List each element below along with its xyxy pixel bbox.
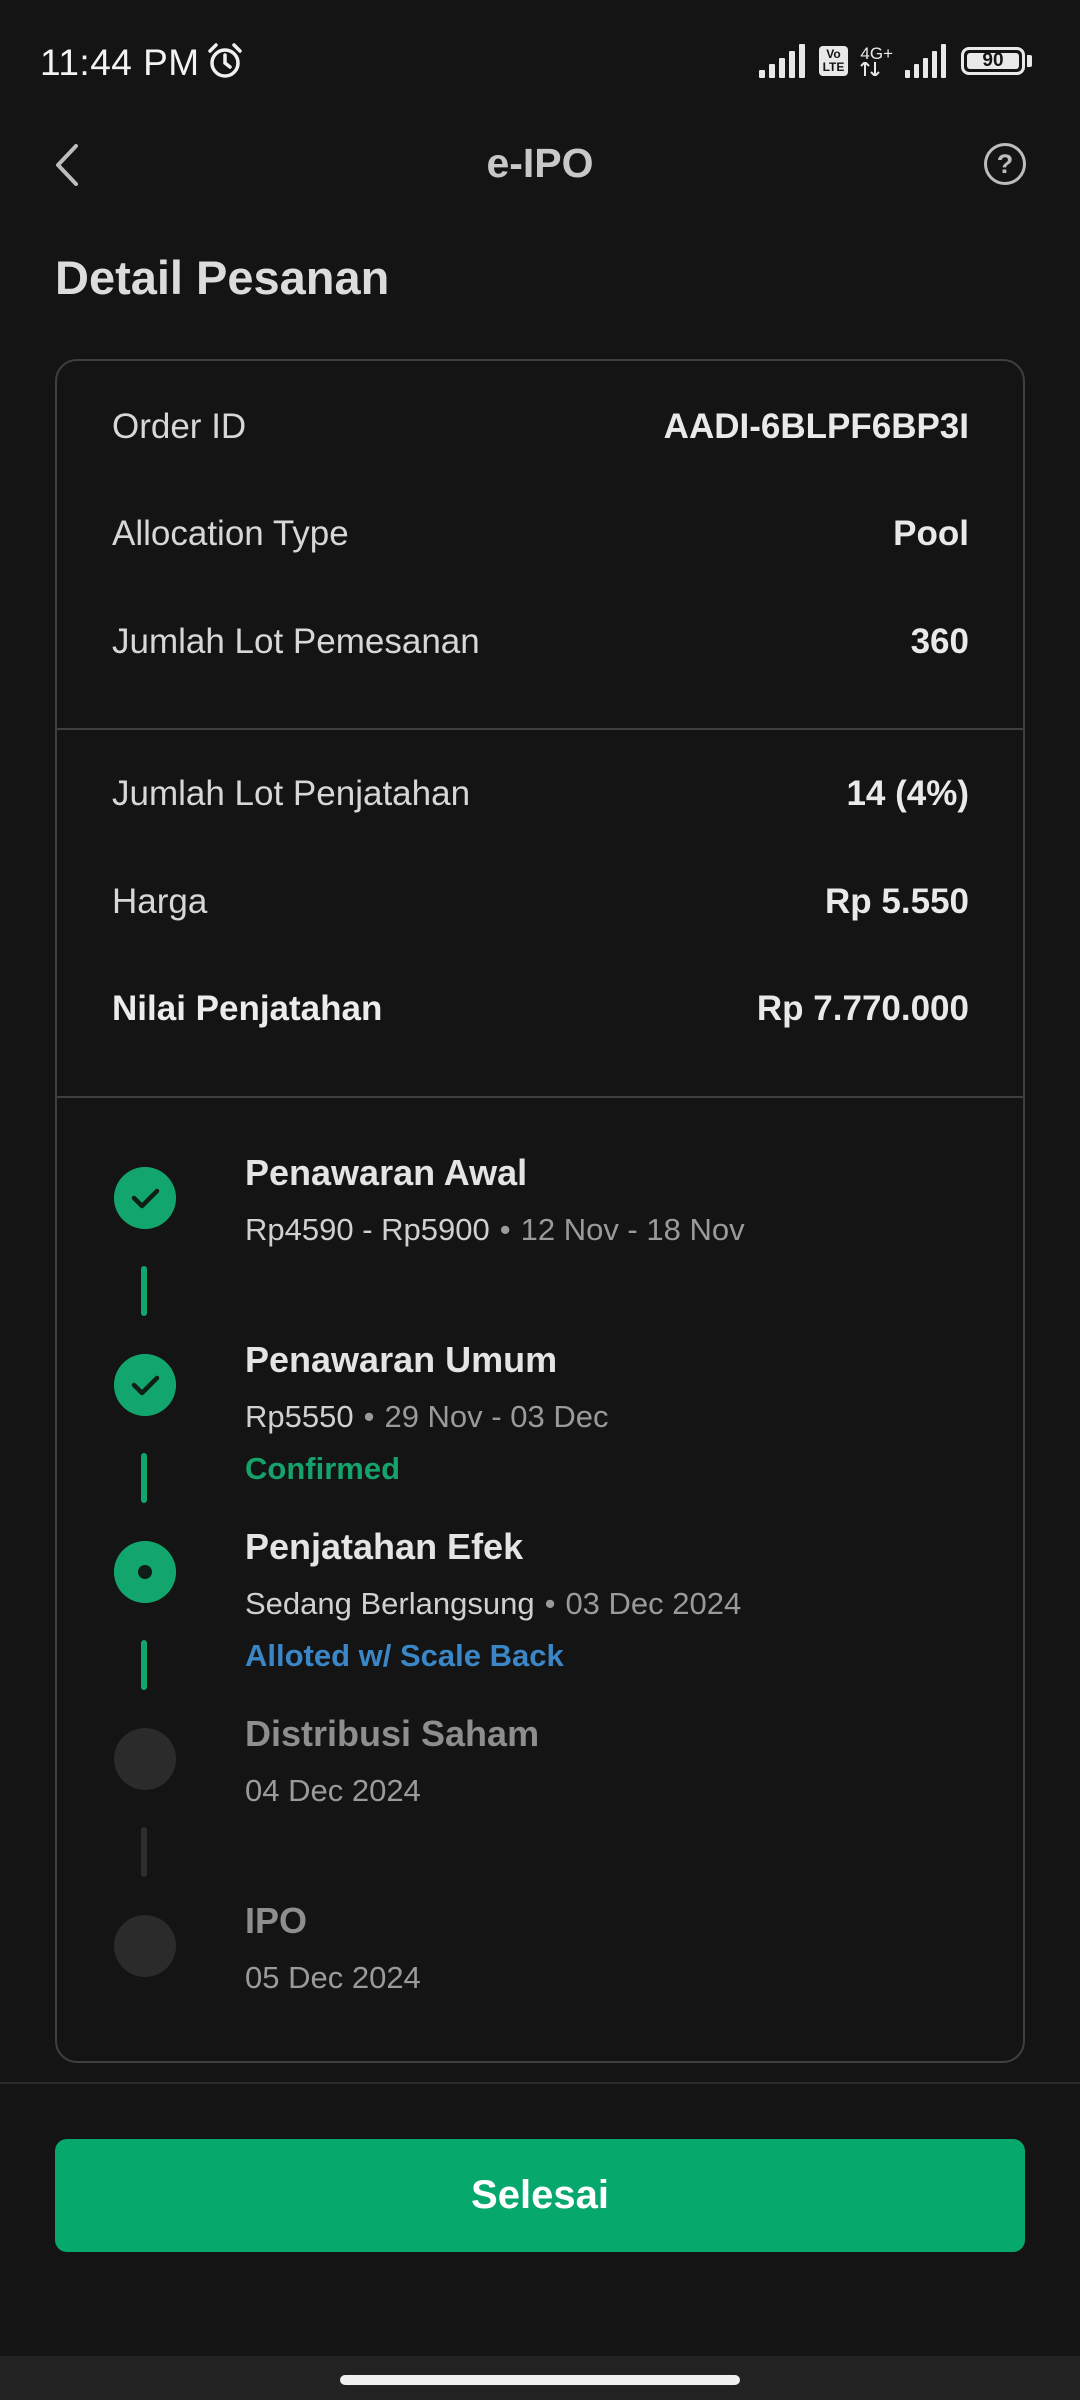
price-label: Harga — [112, 882, 208, 921]
help-icon[interactable]: ? — [984, 143, 1026, 185]
status-confirmed: Confirmed — [245, 1451, 400, 1486]
allotted-lot-row: Jumlah Lot Penjatahan 14 (4%) — [112, 774, 969, 814]
check-circle-icon — [114, 1354, 176, 1416]
active-step-icon — [114, 1541, 176, 1603]
price-value: Rp 5.550 — [825, 882, 969, 921]
page-title: Detail Pesanan — [55, 251, 390, 304]
volte-icon: Vo LTE — [818, 46, 849, 76]
timeline-connector — [141, 1640, 147, 1690]
status-time: 11:44 PM — [40, 42, 200, 83]
divider — [57, 1096, 1023, 1098]
step-title: Distribusi Saham — [245, 1713, 540, 1754]
data-arrows-icon — [860, 62, 881, 76]
step-detail: Rp5550 • 29 Nov - 03 Dec — [245, 1399, 609, 1434]
network-type: 4G+ — [860, 44, 893, 63]
step-title: Penawaran Awal — [245, 1152, 528, 1193]
check-circle-icon — [114, 1167, 176, 1229]
order-lot-value: 360 — [910, 622, 969, 661]
allocation-type-label: Allocation Type — [112, 514, 349, 553]
divider — [57, 728, 1023, 730]
timeline-connector — [141, 1453, 147, 1503]
step-date: 05 Dec 2024 — [245, 1960, 421, 1995]
allocation-type-row: Allocation Type Pool — [112, 514, 969, 554]
finish-button[interactable]: Selesai — [55, 2139, 1025, 2252]
timeline-connector — [141, 1827, 147, 1877]
order-lot-label: Jumlah Lot Pemesanan — [112, 622, 480, 661]
status-scale-back: Alloted w/ Scale Back — [245, 1638, 564, 1673]
alarm-icon — [208, 43, 242, 78]
step-title: Penjatahan Efek — [245, 1526, 524, 1567]
allotted-lot-value: 14 (4%) — [846, 774, 969, 813]
order-lot-row: Jumlah Lot Pemesanan 360 — [112, 622, 969, 662]
pending-step-icon — [114, 1915, 176, 1977]
step-title: Penawaran Umum — [245, 1339, 558, 1380]
step-detail: Rp4590 - Rp5900 • 12 Nov - 18 Nov — [245, 1212, 745, 1247]
allotted-lot-label: Jumlah Lot Penjatahan — [112, 774, 471, 813]
step-date: 04 Dec 2024 — [245, 1773, 421, 1808]
app-bar-title: e-IPO — [486, 140, 594, 186]
order-id-row: Order ID AADI-6BLPF6BP3I — [112, 407, 969, 447]
status-bar: 11:44 PM Vo LTE 4G+ 90 — [0, 0, 1080, 120]
allotment-value-label: Nilai Penjatahan — [112, 989, 383, 1028]
step-detail: Sedang Berlangsung • 03 Dec 2024 — [245, 1586, 742, 1621]
timeline-connector — [141, 1266, 147, 1316]
order-id-value: AADI-6BLPF6BP3I — [663, 407, 969, 446]
step-title: IPO — [245, 1900, 308, 1941]
order-id-label: Order ID — [112, 407, 247, 446]
price-row: Harga Rp 5.550 — [112, 882, 969, 922]
allotment-value-value: Rp 7.770.000 — [756, 989, 969, 1028]
allotment-value-row: Nilai Penjatahan Rp 7.770.000 — [112, 989, 969, 1029]
battery-icon: 90 — [961, 47, 1032, 75]
allocation-type-value: Pool — [893, 514, 969, 553]
order-detail-card: Order ID AADI-6BLPF6BP3I Allocation Type… — [55, 359, 1025, 2063]
battery-level: 90 — [982, 50, 1004, 71]
signal-icon-2 — [905, 44, 946, 78]
pending-step-icon — [114, 1728, 176, 1790]
signal-icon — [758, 44, 805, 78]
home-indicator[interactable] — [340, 2375, 740, 2385]
footer-divider — [0, 2082, 1080, 2084]
